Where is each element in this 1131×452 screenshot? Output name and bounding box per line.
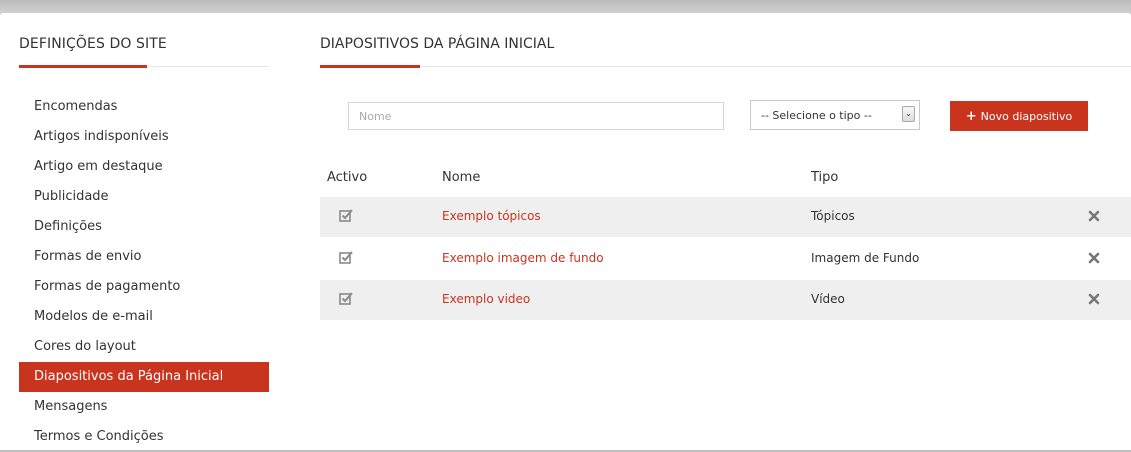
title-divider bbox=[320, 66, 1131, 67]
sidebar-item-termos-e-condicoes[interactable]: Termos e Condições bbox=[19, 422, 269, 452]
type-select-value: -- Selecione o tipo -- bbox=[761, 109, 872, 122]
slide-type: Imagem de Fundo bbox=[811, 251, 920, 265]
slide-type: Vídeo bbox=[811, 292, 845, 306]
plus-icon: + bbox=[965, 108, 977, 124]
name-search-input[interactable] bbox=[348, 102, 724, 130]
slide-name-link[interactable]: Exemplo imagem de fundo bbox=[442, 251, 604, 265]
new-slide-button-label: Novo diapositivo bbox=[980, 109, 1073, 123]
table-row: Exemplo video Vídeo bbox=[320, 280, 1131, 320]
checkbox-checked-icon[interactable] bbox=[339, 291, 353, 305]
slide-name-link[interactable]: Exemplo tópicos bbox=[442, 209, 541, 223]
sidebar-item-modelos-de-email[interactable]: Modelos de e-mail bbox=[19, 302, 269, 332]
sidebar-item-definicoes[interactable]: Definições bbox=[19, 212, 269, 242]
sidebar-item-publicidade[interactable]: Publicidade bbox=[19, 182, 269, 212]
checkbox-checked-icon[interactable] bbox=[339, 250, 353, 264]
sidebar-item-formas-de-pagamento[interactable]: Formas de pagamento bbox=[19, 272, 269, 302]
checkbox-checked-icon[interactable] bbox=[339, 208, 353, 222]
sidebar-title: DEFINIÇÕES DO SITE bbox=[19, 36, 167, 52]
page-title: DIAPOSITIVOS DA PÁGINA INICIAL bbox=[320, 36, 555, 52]
delete-icon[interactable] bbox=[1088, 210, 1100, 222]
slide-type: Tópicos bbox=[811, 209, 855, 223]
sidebar-item-mensagens[interactable]: Mensagens bbox=[19, 392, 269, 422]
sidebar-item-artigo-em-destaque[interactable]: Artigo em destaque bbox=[19, 152, 269, 182]
type-select[interactable]: -- Selecione o tipo -- ⌄ bbox=[750, 100, 920, 130]
chevron-down-icon[interactable]: ⌄ bbox=[902, 106, 915, 122]
new-slide-button[interactable]: + Novo diapositivo bbox=[950, 101, 1088, 131]
sidebar-accent-bar bbox=[19, 65, 147, 68]
table-row: Exemplo tópicos Tópicos bbox=[320, 197, 1131, 237]
delete-icon[interactable] bbox=[1088, 293, 1100, 305]
title-accent-bar bbox=[320, 65, 420, 68]
sidebar-item-formas-de-envio[interactable]: Formas de envio bbox=[19, 242, 269, 272]
sidebar-item-diapositivos[interactable]: Diapositivos da Página Inicial bbox=[19, 362, 269, 392]
slide-name-link[interactable]: Exemplo video bbox=[442, 292, 530, 306]
table-row: Exemplo imagem de fundo Imagem de Fundo bbox=[320, 239, 1131, 279]
delete-icon[interactable] bbox=[1088, 252, 1100, 264]
sidebar-menu: Encomendas Artigos indisponíveis Artigo … bbox=[19, 92, 269, 452]
column-header-active: Activo bbox=[327, 170, 368, 185]
sidebar-item-encomendas[interactable]: Encomendas bbox=[19, 92, 269, 122]
column-header-type: Tipo bbox=[811, 170, 839, 185]
column-header-name: Nome bbox=[442, 170, 481, 185]
sidebar-item-artigos-indisponiveis[interactable]: Artigos indisponíveis bbox=[19, 122, 269, 152]
content-panel: DEFINIÇÕES DO SITE Encomendas Artigos in… bbox=[0, 13, 1131, 450]
sidebar-item-cores-do-layout[interactable]: Cores do layout bbox=[19, 332, 269, 362]
